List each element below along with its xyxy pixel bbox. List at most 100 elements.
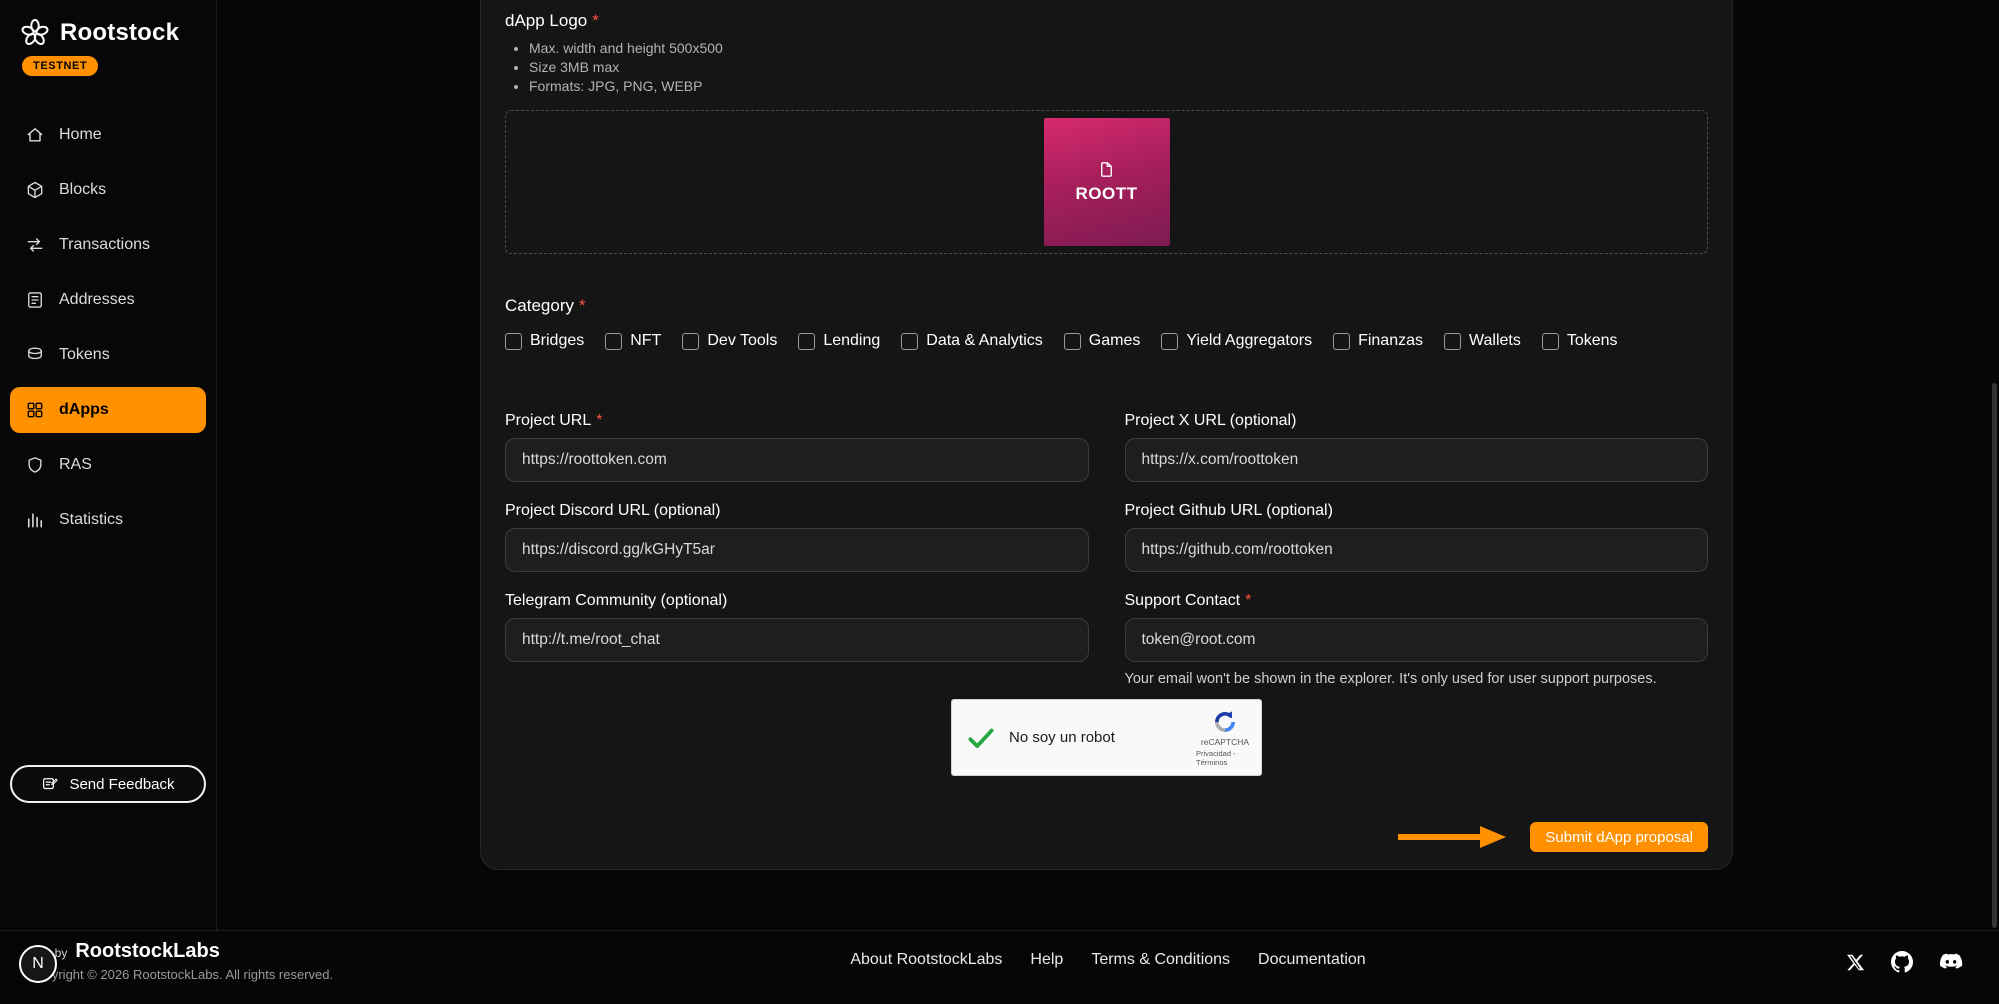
footer-link-help[interactable]: Help [1030, 951, 1063, 969]
recaptcha-brand: reCAPTCHA Privacidad - Términos [1196, 709, 1254, 767]
dapp-logo-label: dApp Logo* [505, 11, 1708, 31]
form-grid: Project URL* Project X URL (optional) Pr… [505, 412, 1708, 687]
sidebar-item-transactions[interactable]: Transactions [10, 222, 206, 268]
project-x-url-input[interactable] [1125, 438, 1709, 482]
category-options: Bridges NFT Dev Tools Lending Data & Ana… [505, 332, 1708, 350]
footer-link-documentation[interactable]: Documentation [1258, 951, 1366, 969]
project-github-url-input[interactable] [1125, 528, 1709, 572]
checkbox[interactable] [1064, 333, 1081, 350]
checkbox[interactable] [1161, 333, 1178, 350]
category-checkbox-data-analytics[interactable]: Data & Analytics [901, 332, 1043, 350]
sidebar-item-label: Addresses [59, 291, 135, 309]
brand-name: Rootstock [60, 19, 179, 47]
rootstock-logo-icon [20, 18, 50, 48]
dapps-icon [24, 399, 46, 421]
category-checkbox-nft[interactable]: NFT [605, 332, 661, 350]
dapp-form-card: dApp Logo* Max. width and height 500x500… [480, 0, 1733, 870]
scrollbar[interactable] [1989, 0, 1999, 1004]
required-asterisk: * [1245, 592, 1251, 609]
checkbox[interactable] [1542, 333, 1559, 350]
arrow-annotation-icon [1396, 822, 1508, 852]
category-checkbox-wallets[interactable]: Wallets [1444, 332, 1521, 350]
transactions-icon [24, 234, 46, 256]
required-asterisk: * [592, 11, 599, 30]
sidebar-item-label: Transactions [59, 236, 150, 254]
logo-rule: Size 3MB max [529, 58, 1708, 77]
category-checkbox-bridges[interactable]: Bridges [505, 332, 584, 350]
sidebar-item-statistics[interactable]: Statistics [10, 497, 206, 543]
checkbox[interactable] [901, 333, 918, 350]
category-label: Category* [505, 296, 1708, 316]
footer: Built by RootstockLabs Copyright © 2026 … [0, 930, 1999, 1004]
brand[interactable]: Rootstock [0, 0, 216, 48]
required-asterisk: * [596, 412, 602, 429]
checkbox[interactable] [1333, 333, 1350, 350]
sidebar-item-label: Tokens [59, 346, 110, 364]
statistics-icon [24, 509, 46, 531]
discord-icon[interactable] [1939, 953, 1963, 972]
category-checkbox-finanzas[interactable]: Finanzas [1333, 332, 1423, 350]
checkbox[interactable] [798, 333, 815, 350]
recaptcha-widget[interactable]: No soy un robot reCAPTCHA Privacidad - T… [951, 699, 1262, 776]
checkbox[interactable] [1444, 333, 1461, 350]
testnet-badge[interactable]: TESTNET [22, 56, 98, 76]
category-checkbox-tokens[interactable]: Tokens [1542, 332, 1618, 350]
send-feedback-button[interactable]: Send Feedback [10, 765, 206, 803]
github-icon[interactable] [1891, 951, 1913, 973]
blocks-icon [24, 179, 46, 201]
recaptcha-links[interactable]: Privacidad - Términos [1196, 749, 1254, 767]
field-support-contact: Support Contact* Your email won't be sho… [1125, 592, 1709, 687]
sidebar-item-dapps[interactable]: dApps [10, 387, 206, 433]
logo-rule: Formats: JPG, PNG, WEBP [529, 77, 1708, 96]
logo-preview-text: ROOTT [1076, 184, 1138, 204]
telegram-community-input[interactable] [505, 618, 1089, 662]
required-asterisk: * [579, 296, 586, 315]
sidebar-item-ras[interactable]: RAS [10, 442, 206, 488]
x-icon[interactable] [1846, 953, 1865, 972]
project-discord-url-input[interactable] [505, 528, 1089, 572]
sidebar-item-tokens[interactable]: Tokens [10, 332, 206, 378]
footer-link-about[interactable]: About RootstockLabs [850, 951, 1002, 969]
logo-dropzone[interactable]: ROOTT [505, 110, 1708, 254]
file-icon [1097, 160, 1116, 179]
support-contact-input[interactable] [1125, 618, 1709, 662]
tokens-icon [24, 344, 46, 366]
recaptcha-icon [1212, 709, 1238, 735]
field-project-x-url: Project X URL (optional) [1125, 412, 1709, 482]
checkbox[interactable] [605, 333, 622, 350]
field-project-github-url: Project Github URL (optional) [1125, 502, 1709, 572]
support-contact-helper: Your email won't be shown in the explore… [1125, 671, 1709, 687]
captcha-row: No soy un robot reCAPTCHA Privacidad - T… [505, 699, 1708, 776]
scrollbar-thumb[interactable] [1992, 383, 1997, 928]
sidebar-item-blocks[interactable]: Blocks [10, 167, 206, 213]
page: Rootstock TESTNET Home Blocks Transacti [0, 0, 1999, 1004]
footer-link-terms[interactable]: Terms & Conditions [1091, 951, 1230, 969]
feedback-icon [41, 775, 59, 793]
chat-widget-avatar[interactable]: N [19, 945, 57, 983]
sidebar-item-label: dApps [59, 401, 109, 419]
sidebar-item-addresses[interactable]: Addresses [10, 277, 206, 323]
project-url-input[interactable] [505, 438, 1089, 482]
footer-social [1846, 951, 1963, 973]
category-checkbox-games[interactable]: Games [1064, 332, 1141, 350]
submit-row: Submit dApp proposal [505, 822, 1708, 852]
logo-preview: ROOTT [1044, 118, 1170, 246]
field-project-url: Project URL* [505, 412, 1089, 482]
category-checkbox-dev-tools[interactable]: Dev Tools [682, 332, 777, 350]
checkbox[interactable] [682, 333, 699, 350]
recaptcha-label: No soy un robot [1009, 729, 1115, 746]
logo-rules: Max. width and height 500x500 Size 3MB m… [505, 39, 1708, 96]
copyright: Copyright © 2026 RootstockLabs. All righ… [28, 967, 333, 982]
addresses-icon [24, 289, 46, 311]
sidebar-nav: Home Blocks Transactions Addresses [0, 112, 216, 543]
feedback-label: Send Feedback [69, 776, 174, 793]
category-checkbox-yield-aggregators[interactable]: Yield Aggregators [1161, 332, 1312, 350]
sidebar-item-home[interactable]: Home [10, 112, 206, 158]
sidebar-item-label: Statistics [59, 511, 123, 529]
checkbox[interactable] [505, 333, 522, 350]
category-checkbox-lending[interactable]: Lending [798, 332, 880, 350]
submit-dapp-proposal-button[interactable]: Submit dApp proposal [1530, 822, 1708, 852]
home-icon [24, 124, 46, 146]
sidebar-item-label: Home [59, 126, 102, 144]
ras-icon [24, 454, 46, 476]
